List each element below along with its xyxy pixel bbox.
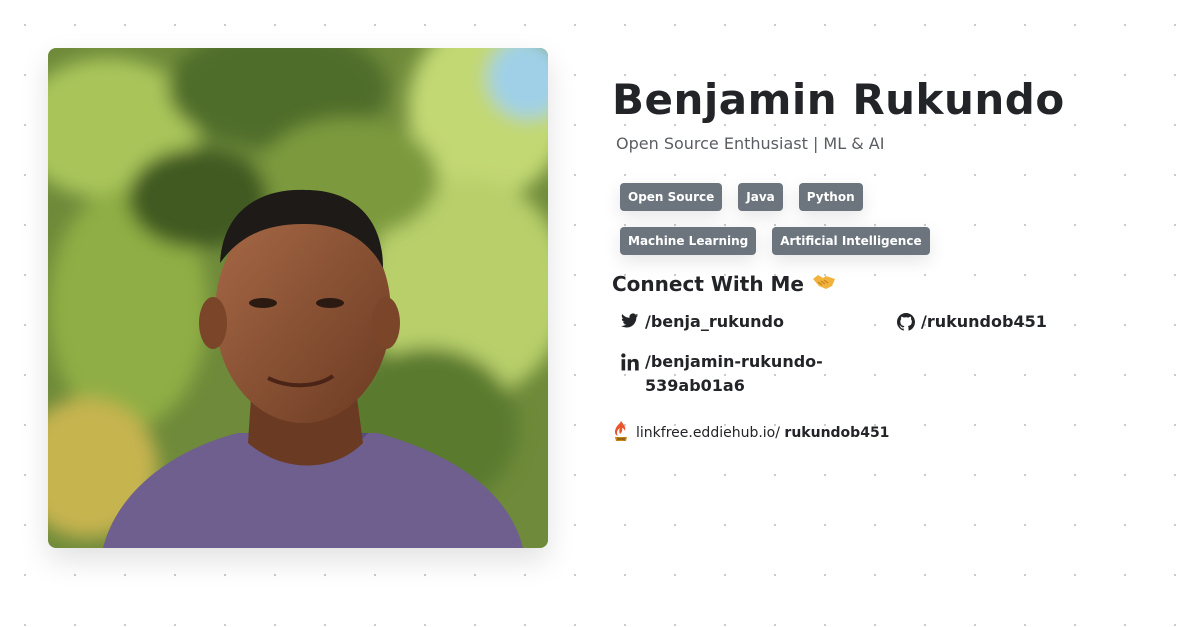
github-handle: /rukundob451 xyxy=(921,312,1047,331)
github-icon xyxy=(897,313,915,331)
twitter-link[interactable]: /benja_rukundo xyxy=(621,310,784,334)
handshake-icon xyxy=(812,271,836,296)
github-link[interactable]: /rukundob451 xyxy=(897,310,1047,334)
social-links: /benja_rukundo /rukundob451 /benjamin-ru… xyxy=(621,310,1172,420)
linkfree-handle: rukundob451 xyxy=(784,425,890,441)
twitter-handle: /benja_rukundo xyxy=(645,312,784,331)
tag-java: Java xyxy=(738,183,783,211)
connect-heading: Connect With Me xyxy=(612,271,1172,296)
tag-artificial-intelligence: Artificial Intelligence xyxy=(772,227,930,255)
tag-row: Open Source Java Python xyxy=(620,183,980,211)
connect-title: Connect With Me xyxy=(612,271,804,296)
profile-photo xyxy=(48,48,548,548)
tag-machine-learning: Machine Learning xyxy=(620,227,757,255)
twitter-icon xyxy=(621,313,639,328)
linkedin-icon xyxy=(621,353,639,371)
tag-open-source: Open Source xyxy=(620,183,723,211)
profile-info: Benjamin Rukundo Open Source Enthusiast … xyxy=(612,74,1172,446)
skill-tags: Open Source Java Python Machine Learning… xyxy=(620,183,980,255)
linkfree-logo-icon xyxy=(612,420,630,446)
tag-python: Python xyxy=(798,183,863,211)
linkedin-handle: /benjamin-rukundo-539ab01a6 xyxy=(645,352,823,395)
tag-row: Machine Learning Artificial Intelligence xyxy=(620,227,980,255)
profile-name: Benjamin Rukundo xyxy=(612,75,1065,124)
linkfree-prefix: linkfree.eddiehub.io/ xyxy=(636,425,780,441)
profile-tagline: Open Source Enthusiast | ML & AI xyxy=(616,134,885,153)
profile-photo-image xyxy=(48,48,548,548)
linkedin-link[interactable]: /benjamin-rukundo-539ab01a6 xyxy=(621,350,851,398)
linkfree-link[interactable]: linkfree.eddiehub.io/ rukundob451 xyxy=(612,420,1172,446)
